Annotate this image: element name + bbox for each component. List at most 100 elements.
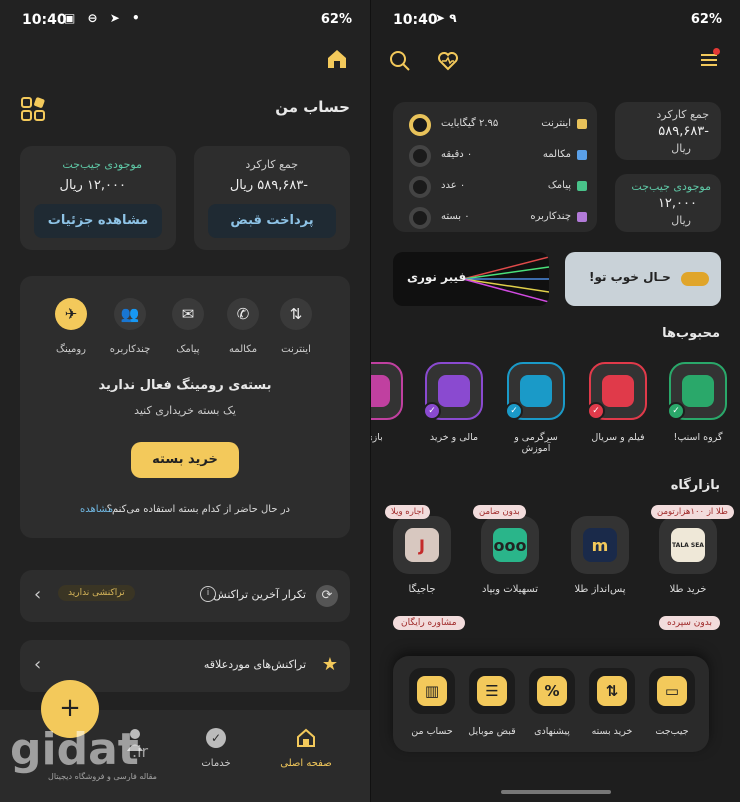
no-transaction-badge: تراکنشی ندارید [58, 585, 135, 601]
wallet-unit: ریال [671, 214, 691, 227]
market-tile[interactable]: m [571, 516, 629, 574]
market2-badge: مشاوره رایگان [393, 616, 465, 630]
watermark: gidat .ir مقاله فارسی و فروشگاه دیجیتال [10, 724, 180, 788]
quick-action-button[interactable]: ⇅ [589, 668, 635, 714]
tab-calls[interactable]: مکالمه [211, 344, 275, 355]
quick-action-label[interactable]: قبض موبایل [457, 726, 527, 737]
quick-action-button[interactable]: ☰ [469, 668, 515, 714]
chevron-left-icon[interactable]: ‹ [34, 654, 41, 675]
favorite-label[interactable]: بازی [371, 432, 409, 443]
tab-roaming[interactable]: رومینگ [39, 344, 103, 355]
repeat-transaction-row[interactable]: ⟳ تکرار آخرین تراکنش i تراکنشی ندارید ‹ [20, 570, 350, 622]
bill-amount: -۵۸۹,۶۸۳ ریال [229, 178, 308, 193]
usage-label: پیامک [547, 180, 571, 191]
home-icon[interactable] [326, 48, 348, 70]
favorites-title: محبوب‌ها [662, 326, 720, 341]
market-logo-icon: TALA SEA [671, 528, 705, 562]
market2-badge: بدون سپرده [659, 616, 720, 630]
banner-fiber[interactable]: فیبر نوری [393, 252, 549, 306]
market-label[interactable]: جاجیگا [383, 584, 461, 595]
bill-card: جمع کارکرد -۵۸۹,۶۸۳ ریال پرداخت قبض [194, 146, 350, 250]
wallet-amount: ۱۲,۰۰۰ [657, 196, 697, 211]
banner-good-mood[interactable]: حـال خوب تو! [565, 252, 721, 306]
market-label[interactable]: تسهیلات وبپاد [471, 584, 549, 595]
usage-value: ۰ عدد [441, 180, 466, 191]
quick-action-icon: ▥ [417, 676, 447, 706]
favorite-label[interactable]: مالی و خرید [419, 432, 489, 443]
search-icon[interactable] [389, 50, 411, 72]
favorite-icon [682, 375, 714, 407]
users-icon[interactable]: 👥 [114, 298, 146, 330]
wallet-label: موجودی جیب‌جت [631, 180, 711, 193]
package-card: ⇅ اینترنت ✆ مکالمه ✉ پیامک 👥 چندکاربره ✈… [20, 276, 350, 538]
view-link[interactable]: مشاهده [80, 504, 113, 515]
nav-services[interactable]: خدمات [180, 758, 252, 769]
quick-actions: ▭ جیب‌جت ⇅ خرید بسته% پیشنهادی ☰ قبض موبایل ▥ حس… [393, 656, 709, 752]
pay-bill-button[interactable]: پرداخت قبض [208, 204, 336, 238]
favorite-label[interactable]: فیلم و سریال [583, 432, 653, 443]
left-screen: 10:40 ▣ ⊖ ➤ • 62% حساب من جمع کارکرد -۵۸… [0, 0, 370, 802]
bill-label: جمع کارکرد [245, 158, 298, 171]
quick-action-label[interactable]: جیب‌جت [637, 726, 707, 737]
tab-multiuser[interactable]: چندکاربره [98, 344, 162, 355]
usage-ring-icon [409, 207, 431, 229]
buy-package-button[interactable]: خرید بسته [131, 442, 239, 478]
market-logo-icon: ooo [493, 528, 527, 562]
services-nav-icon[interactable]: ✓ [206, 728, 226, 748]
favorite-tile[interactable]: ✓ [371, 362, 403, 420]
market-label[interactable]: خرید طلا [649, 584, 727, 595]
quick-action-button[interactable]: ▥ [409, 668, 455, 714]
widgets-icon[interactable] [20, 96, 46, 122]
market-tile[interactable]: J [393, 516, 451, 574]
wallet-summary[interactable]: موجودی جیب‌جت ۱۲,۰۰۰ ریال [615, 174, 721, 232]
heart-icon[interactable] [437, 50, 459, 72]
quick-action-icon: ☰ [477, 676, 507, 706]
home-indicator [501, 790, 611, 794]
market-tile[interactable]: ooo [481, 516, 539, 574]
sms-icon[interactable]: ✉ [172, 298, 204, 330]
quick-action-label[interactable]: پیشنهادی [517, 726, 587, 737]
favorite-tile[interactable]: ✓ [667, 362, 727, 420]
usage-label: چندکاربره [530, 211, 571, 222]
market-logo-icon: m [583, 528, 617, 562]
usage-row: ۰ بسته چندکاربره [393, 205, 597, 233]
market-badge: طلا از ۱۰۰هزارتومن [651, 505, 734, 519]
market-label[interactable]: پس‌انداز طلا [561, 584, 639, 595]
view-details-button[interactable]: مشاهده جزئیات [34, 204, 162, 238]
quick-action-button[interactable]: ▭ [649, 668, 695, 714]
roaming-title: بسته‌ی رومینگ فعال ندارید [98, 378, 272, 393]
favorite-label[interactable]: سرگرمی و آموزش [501, 432, 571, 454]
status-battery: 62% [320, 12, 352, 27]
internet-icon[interactable]: ⇅ [280, 298, 312, 330]
plane-icon[interactable]: ✈ [55, 298, 87, 330]
menu-icon[interactable] [699, 48, 720, 68]
car-icon [681, 272, 709, 286]
usage-color-icon [577, 212, 587, 222]
usage-color-icon [577, 181, 587, 191]
quick-action-label[interactable]: خرید بسته [577, 726, 647, 737]
status-icons: ➤ ٩ [435, 11, 457, 25]
bill-label: جمع کارکرد [656, 108, 709, 121]
status-time: 10:40 [22, 12, 67, 28]
tab-sms[interactable]: پیامک [156, 344, 220, 355]
banner-good-mood-text: حـال خوب تو! [589, 270, 671, 284]
nav-home[interactable]: صفحه اصلی [270, 758, 342, 769]
which-package-text: در حال حاضر از کدام بسته استفاده می‌کنم؟ [106, 504, 290, 515]
market-logo-icon: J [405, 528, 439, 562]
status-time: 10:40 [393, 12, 438, 28]
favorite-tile[interactable]: ✓ [505, 362, 565, 420]
quick-action-button[interactable]: % [529, 668, 575, 714]
favorite-icon [520, 375, 552, 407]
home-nav-icon[interactable] [296, 728, 316, 748]
quick-action-label[interactable]: حساب من [397, 726, 467, 737]
favorite-label[interactable]: گروه اسنپ! [663, 432, 733, 443]
favorite-tile[interactable]: ✓ [587, 362, 647, 420]
info-icon[interactable]: i [200, 586, 216, 602]
chevron-left-icon[interactable]: ‹ [34, 584, 41, 605]
market-tile[interactable]: TALA SEA [659, 516, 717, 574]
usage-card[interactable]: ۲.۹۵ گیگابایت اینترنت ۰ دقیقه مکالمه ۰ عدد پی… [393, 102, 597, 232]
bill-summary[interactable]: جمع کارکرد -۵۸۹,۶۸۳ ریال [615, 102, 721, 160]
favorite-tile[interactable]: ✓ [423, 362, 483, 420]
check-icon: ✓ [667, 402, 685, 420]
phone-icon[interactable]: ✆ [227, 298, 259, 330]
